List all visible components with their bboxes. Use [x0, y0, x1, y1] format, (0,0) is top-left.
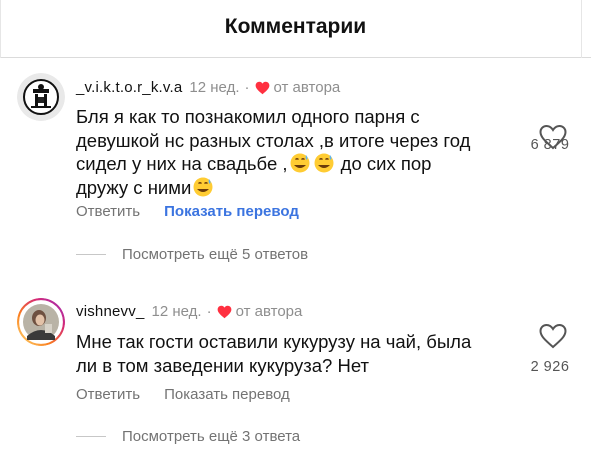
comment-meta: vishnevv_ 12 нед. · от автора [76, 303, 302, 320]
comment-meta: _v.i.k.t.o.r_k.v.a 12 нед. · от автора [76, 79, 340, 96]
avatar[interactable] [17, 298, 65, 346]
avatar-image [17, 298, 65, 346]
like-count: 6 879 [530, 137, 570, 153]
author-heart-icon [217, 305, 232, 319]
view-more-replies-label: Посмотреть ещё 5 ответов [122, 246, 309, 263]
grinning-sweat-icon [290, 153, 310, 173]
comment-text-line: Мне так гости оставили кукурузу на чай, … [76, 331, 472, 352]
show-translation-button[interactable]: Показать перевод [164, 203, 299, 220]
show-translation-button[interactable]: Показать перевод [164, 386, 290, 403]
comment-text: Мне так гости оставили кукурузу на чай, … [76, 330, 516, 377]
sheet-edge-right [581, 0, 582, 58]
grinning-sweat-icon [314, 153, 334, 173]
comment-age: 12 нед. [151, 303, 202, 320]
view-more-replies-button[interactable]: Посмотреть ещё 5 ответов [76, 246, 308, 263]
divider-line [76, 254, 106, 255]
comment-text-line: девушкой нс разных столах ,в итоге через… [76, 129, 471, 151]
meta-separator: · [206, 303, 212, 320]
comment-actions: Ответить Показать перевод [76, 386, 290, 403]
comment-age: 12 нед. [189, 79, 240, 96]
reply-button[interactable]: Ответить [76, 386, 140, 403]
grinning-sweat-icon [193, 177, 213, 197]
comment-username[interactable]: _v.i.k.t.o.r_k.v.a [76, 79, 182, 96]
liked-by-author-label: от автора [273, 79, 341, 96]
view-more-replies-label: Посмотреть ещё 3 ответа [122, 428, 301, 445]
reply-button[interactable]: Ответить [76, 203, 140, 220]
avatar[interactable] [17, 73, 65, 121]
avatar-image [17, 73, 65, 121]
like-heart-icon[interactable] [538, 323, 568, 349]
divider-line [76, 436, 106, 437]
comment-actions: Ответить Показать перевод [76, 203, 299, 220]
page-title: Комментарии [224, 15, 367, 38]
liked-by-author-label: от автора [235, 303, 303, 320]
meta-separator: · [244, 79, 250, 96]
comments-header: Комментарии [0, 0, 591, 58]
view-more-replies-button[interactable]: Посмотреть ещё 3 ответа [76, 428, 300, 445]
author-heart-icon [255, 81, 270, 95]
comment-username[interactable]: vishnevv_ [76, 303, 145, 320]
comment-text-line-with-emoji: дружу с ними [76, 176, 516, 200]
like-count: 2 926 [530, 359, 570, 375]
comment-text: Бля я как то познакомил одного парня с д… [76, 105, 516, 199]
comment-text-line: ли в том заведении кукуруза? Нет [76, 354, 369, 376]
comment-text-line-with-emoji: сидел у них на свадьбе , до сих пор [76, 153, 432, 174]
comment-text-line: Бля я как то познакомил одного парня с [76, 106, 420, 127]
